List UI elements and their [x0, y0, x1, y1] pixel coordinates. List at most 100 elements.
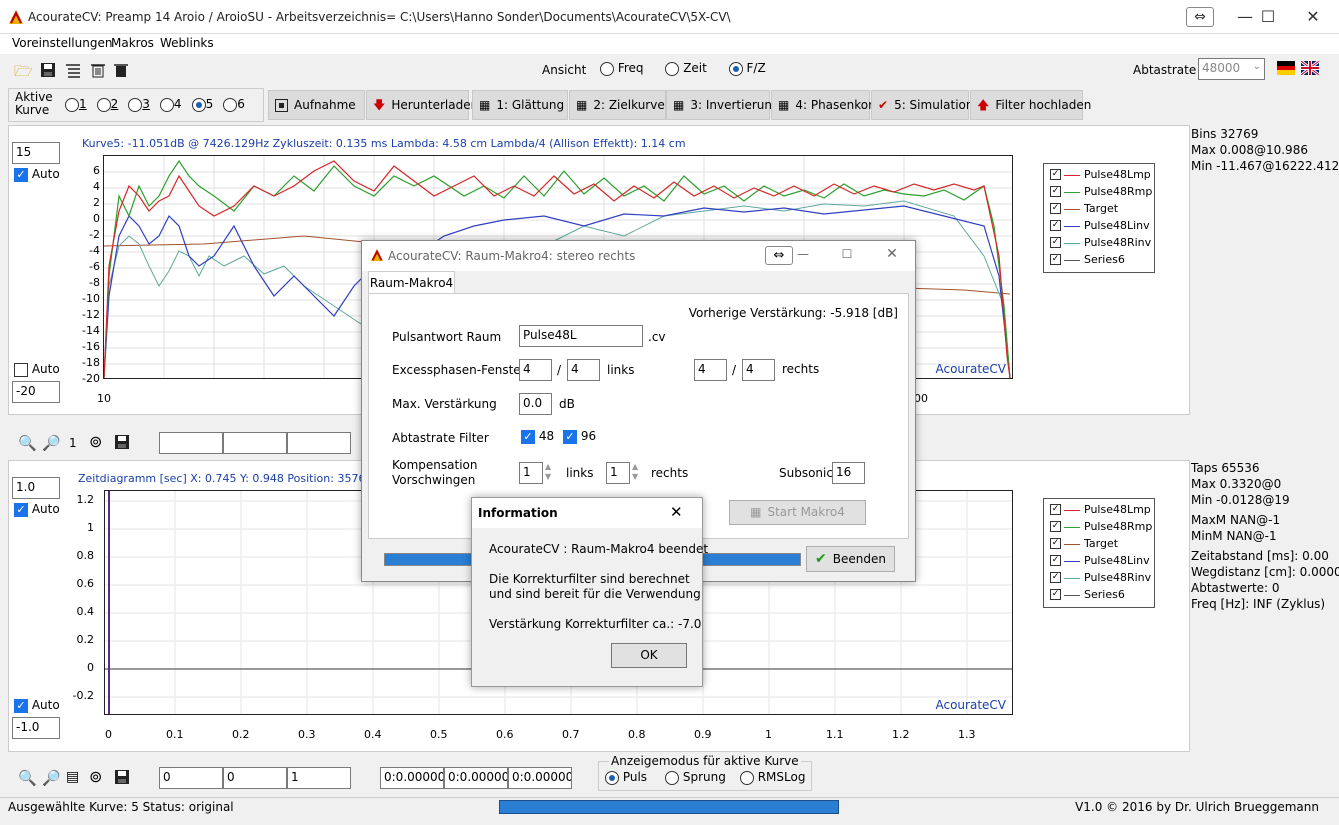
- kurve-radio-5[interactable]: [191, 97, 206, 112]
- zoom-in-icon[interactable]: 🔍: [18, 769, 37, 787]
- bottom-field-a2[interactable]: 0: [223, 767, 287, 789]
- step-aufnahme-button[interactable]: Aufnahme: [268, 90, 365, 120]
- bottom-field-a1[interactable]: 0: [159, 767, 223, 789]
- german-flag-icon[interactable]: [1277, 61, 1295, 75]
- time-auto-top[interactable]: ✓ Auto: [14, 502, 60, 517]
- save-icon[interactable]: [39, 62, 57, 80]
- legend-item[interactable]: ✓ Target: [1044, 536, 1154, 553]
- excess-rechts-1[interactable]: 4: [694, 359, 727, 381]
- puls-input[interactable]: Pulse48L: [519, 325, 643, 347]
- view-zeit-radio[interactable]: [665, 61, 680, 76]
- rmslog-radio[interactable]: [739, 770, 754, 785]
- zoom-out-icon[interactable]: 🔎: [42, 434, 61, 452]
- excess-links-1[interactable]: 4: [519, 359, 552, 381]
- menu-makros[interactable]: Makros: [111, 36, 154, 50]
- step-simulation-button[interactable]: ✔ 5: Simulation: [871, 90, 973, 120]
- bottom-field-b2[interactable]: 0:0.00000: [444, 767, 508, 789]
- legend-item[interactable]: ✓ Pulse48Rmp: [1044, 184, 1154, 201]
- excess-links-2[interactable]: 4: [567, 359, 600, 381]
- trash-multi-icon[interactable]: [89, 62, 107, 80]
- kurve-radio-4[interactable]: [159, 97, 174, 112]
- time-ymax-input[interactable]: 1.0: [12, 477, 60, 499]
- legend-item[interactable]: ✓ Pulse48Rmp: [1044, 519, 1154, 536]
- menu-weblinks[interactable]: Weblinks: [160, 36, 214, 50]
- kurve-radio-3[interactable]: [128, 97, 143, 112]
- legend-item[interactable]: ✓ Pulse48Linv: [1044, 218, 1154, 235]
- view-fz-radio[interactable]: [728, 61, 743, 76]
- uk-flag-icon[interactable]: [1300, 59, 1320, 77]
- target-icon[interactable]: ⊚: [89, 767, 102, 786]
- step-zielkurve-button[interactable]: ▦ 2: Zielkurve: [569, 90, 666, 120]
- step-phasenkorr-button[interactable]: ▦ 4: Phasenkorr: [771, 90, 878, 120]
- kurve-radio-1[interactable]: [65, 97, 79, 112]
- step-glaettung-label: 1: Glättung: [496, 98, 565, 112]
- legend-item[interactable]: ✓ Pulse48Lmp: [1044, 502, 1154, 519]
- legend-item[interactable]: ✓ Pulse48Rinv: [1044, 570, 1154, 587]
- close-icon[interactable]: ✕: [670, 503, 683, 521]
- abtast-filter-label: Abtastrate Filter: [392, 431, 489, 445]
- excess-rechts-2[interactable]: 4: [742, 359, 775, 381]
- subsonic-input[interactable]: 16: [832, 462, 865, 484]
- kurve-radio-2[interactable]: [96, 97, 111, 112]
- legend-item[interactable]: ✓ Target: [1044, 201, 1154, 218]
- zoom-out-icon[interactable]: 🔎: [42, 769, 61, 787]
- start-makro-button[interactable]: ▦ Start Makro4: [729, 500, 866, 525]
- abtast-96-check[interactable]: ✓ 96: [563, 429, 596, 444]
- komp-rechts-input[interactable]: 1: [606, 462, 630, 484]
- download-arrow-icon: 🡇: [373, 98, 386, 112]
- mid-field-2[interactable]: [223, 432, 287, 454]
- list-icon[interactable]: [64, 62, 82, 80]
- save-icon[interactable]: [114, 769, 130, 788]
- zoom-in-icon[interactable]: 🔍: [18, 434, 37, 452]
- mid-field-1[interactable]: [159, 432, 223, 454]
- maximize-button[interactable]: ☐: [1245, 0, 1291, 34]
- close-button[interactable]: ✕: [882, 246, 902, 262]
- beenden-button[interactable]: ✔ Beenden: [806, 546, 895, 572]
- menu-voreinstellungen[interactable]: Voreinstellungen: [12, 36, 112, 50]
- abtast-48-check[interactable]: ✓ 48: [521, 429, 554, 444]
- bottom-field-b1[interactable]: 0:0.00000: [380, 767, 444, 789]
- bottom-field-b3[interactable]: 0:0.00000: [508, 767, 572, 789]
- step-invertierung-button[interactable]: ▦ 3: Invertierung: [666, 90, 780, 120]
- trash-icon[interactable]: [112, 62, 130, 80]
- legend-label: Pulse48Rinv: [1084, 236, 1152, 249]
- legend-item[interactable]: ✓ Pulse48Linv: [1044, 553, 1154, 570]
- minimize-button[interactable]: —: [793, 247, 813, 261]
- tab-raum-makro4[interactable]: Raum-Makro4: [368, 271, 455, 294]
- target-icon[interactable]: ⊚: [89, 432, 102, 451]
- kurve-label-2: 2: [110, 97, 119, 111]
- maxverst-input[interactable]: 0.0: [519, 393, 552, 415]
- spinner-icon[interactable]: ▲ ▼: [632, 462, 638, 482]
- time-ymin-input[interactable]: -1.0: [12, 717, 60, 739]
- freq-auto-top[interactable]: ✓ Auto: [14, 167, 60, 182]
- maximize-button[interactable]: ☐: [837, 247, 857, 261]
- step-filter-hochladen-button[interactable]: 🡅 Filter hochladen: [970, 90, 1091, 120]
- step-glaettung-button[interactable]: ▦ 1: Glättung: [472, 90, 568, 120]
- step-herunterladen-button[interactable]: 🡇 Herunterladen: [366, 90, 478, 120]
- close-button[interactable]: ✕: [1290, 0, 1336, 34]
- freq-auto-bottom[interactable]: Auto: [14, 362, 60, 377]
- time-auto-bottom[interactable]: ✓ Auto: [14, 698, 60, 713]
- save-icon[interactable]: [114, 434, 130, 453]
- puls-radio[interactable]: [605, 770, 619, 785]
- freq-ymax-input[interactable]: 15: [12, 142, 60, 164]
- legend-item[interactable]: ✓ Series6: [1044, 587, 1154, 604]
- view-freq-radio[interactable]: [600, 61, 614, 76]
- mid-field-3[interactable]: [287, 432, 351, 454]
- sprung-radio[interactable]: [665, 770, 680, 785]
- chart-icon[interactable]: ▤: [66, 769, 79, 785]
- abtastrate-select[interactable]: 48000 ⌄: [1198, 58, 1265, 80]
- spinner-icon[interactable]: ▲ ▼: [545, 462, 551, 482]
- legend-item[interactable]: ✓ Series6: [1044, 252, 1154, 269]
- bottom-field-a3[interactable]: 1: [287, 767, 351, 789]
- ok-button[interactable]: OK: [611, 643, 687, 668]
- open-folder-icon[interactable]: 🗁: [14, 62, 33, 80]
- swap-window-button[interactable]: ⇔: [1186, 7, 1214, 27]
- freq-ymin-input[interactable]: -20: [12, 381, 60, 403]
- swap-window-button[interactable]: ⇔: [765, 246, 793, 265]
- komp-links-input[interactable]: 1: [519, 462, 543, 484]
- legend-item[interactable]: ✓ Pulse48Lmp: [1044, 167, 1154, 184]
- legend-label: Pulse48Lmp: [1084, 503, 1151, 516]
- legend-item[interactable]: ✓ Pulse48Rinv: [1044, 235, 1154, 252]
- kurve-radio-6[interactable]: [223, 97, 238, 112]
